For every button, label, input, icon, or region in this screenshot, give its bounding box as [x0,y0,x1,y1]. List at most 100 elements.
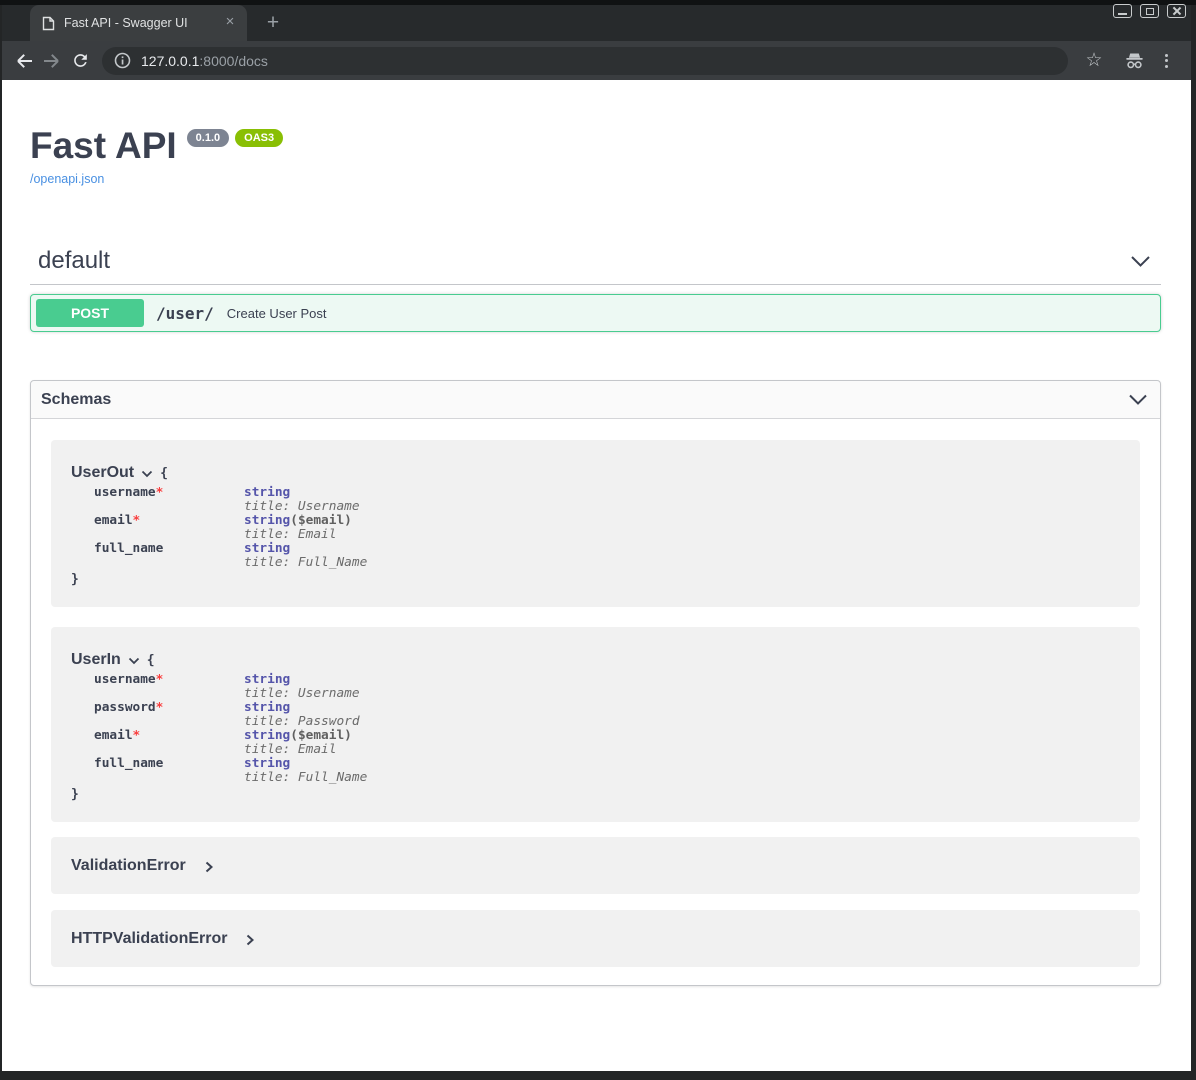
property-format: ($email) [290,513,352,528]
model-properties: username* string title: Username passwor… [94,673,1120,785]
minimize-button[interactable] [1113,4,1132,18]
model-name: HTTPValidationError [71,930,227,947]
property-type: string [244,513,290,528]
chevron-down-icon [141,470,153,478]
incognito-icon[interactable] [1124,52,1145,69]
minimize-icon [1118,13,1127,15]
model-validationerror[interactable]: ValidationError [51,837,1140,894]
tag-name: default [38,247,110,275]
window-controls [1113,4,1186,18]
chevron-down-icon [1128,394,1148,406]
url-host: 127.0.0.1 [141,53,199,69]
property-title: title: Full_Name [244,771,1120,785]
api-title: Fast API [30,126,177,166]
property-type: string [244,485,290,500]
url-text: 127.0.0.1:8000/docs [141,53,268,69]
chevron-down-icon [128,657,140,665]
property-type: string [244,700,290,715]
property-format: ($email) [290,728,352,743]
new-tab-button[interactable]: + [260,11,286,37]
page-file-icon [42,16,55,31]
open-brace: { [147,653,155,668]
address-bar[interactable]: 127.0.0.1:8000/docs [102,47,1068,75]
required-star: * [133,513,141,528]
api-info-section: Fast API 0.1.0 OAS3 /openapi.json [30,126,1161,188]
property-name: username [94,672,156,687]
property-type: string [244,728,290,743]
model-httpvalidationerror[interactable]: HTTPValidationError [51,910,1140,967]
oas3-badge: OAS3 [235,129,283,147]
property-row: password* string title: Password [94,701,1120,729]
property-type: string [244,672,290,687]
version-badge: 0.1.0 [187,129,229,147]
back-arrow-icon [14,51,34,71]
required-star: * [133,728,141,743]
method-badge: POST [36,299,144,327]
chevron-right-icon [205,861,213,873]
required-star: * [156,672,164,687]
reload-button[interactable] [66,47,94,75]
bookmark-star-icon: ☆ [1085,51,1102,70]
tab-title: Fast API - Swagger UI [64,16,221,30]
chevron-down-icon [1130,255,1151,268]
openapi-spec-link[interactable]: /openapi.json [30,172,104,186]
url-path: :8000/docs [199,53,268,69]
property-row: email* string($email) title: Email [94,729,1120,757]
back-button[interactable] [10,47,38,75]
schemas-section: Schemas UserOut { username* [30,380,1161,986]
close-brace: } [71,572,1120,587]
tab-close-icon[interactable]: × [221,14,239,32]
property-title: title: Username [244,500,1120,514]
browser-tab[interactable]: Fast API - Swagger UI × [30,5,247,41]
browser-window: Fast API - Swagger UI × + 127.0.0.1:8000… [0,0,1196,1080]
property-row: full_name string title: Full_Name [94,542,1120,570]
property-name: username [94,485,156,500]
operation-summary: Create User Post [227,306,327,321]
property-row: email* string($email) title: Email [94,514,1120,542]
model-userout-toggle[interactable]: UserOut { [71,464,1120,482]
tag-section-default[interactable]: default [30,247,1161,285]
schemas-header[interactable]: Schemas [31,381,1160,419]
property-name: full_name [94,756,163,771]
property-title: title: Email [244,528,1120,542]
model-userin: UserIn { username* string title: Usernam… [51,627,1140,822]
maximize-icon [1146,8,1154,15]
schemas-body: UserOut { username* string title: Userna… [31,419,1160,985]
close-brace: } [71,787,1120,802]
menu-kebab-icon[interactable] [1161,50,1172,72]
forward-button[interactable] [38,47,66,75]
property-name: full_name [94,541,163,556]
model-name: ValidationError [71,857,186,874]
property-row: username* string title: Username [94,673,1120,701]
property-name: email [94,513,133,528]
model-userout: UserOut { username* string title: Userna… [51,440,1140,607]
tab-strip: Fast API - Swagger UI × + [2,5,1191,41]
required-star: * [156,700,164,715]
model-name: UserIn [71,651,121,669]
property-type: string [244,541,290,556]
property-name: password [94,700,156,715]
property-type: string [244,756,290,771]
property-title: title: Password [244,715,1120,729]
site-info-icon[interactable] [114,52,131,69]
operation-path: /user/ [156,304,214,323]
open-brace: { [160,466,168,481]
property-row: full_name string title: Full_Name [94,757,1120,785]
browser-toolbar: 127.0.0.1:8000/docs ☆ [2,41,1191,80]
page-content: Fast API 0.1.0 OAS3 /openapi.json defaul… [2,80,1191,1071]
chevron-right-icon [246,934,254,946]
bookmark-button[interactable]: ☆ [1080,47,1108,75]
required-star: * [156,485,164,500]
model-properties: username* string title: Username email* … [94,486,1120,570]
operation-post-user[interactable]: POST /user/ Create User Post [30,294,1161,332]
forward-arrow-icon [42,51,62,71]
property-title: title: Email [244,743,1120,757]
property-name: email [94,728,133,743]
schemas-title: Schemas [41,391,111,409]
close-button[interactable] [1167,4,1186,18]
maximize-button[interactable] [1140,4,1159,18]
toolbar-right-icons: ☆ [1080,47,1172,75]
model-name: UserOut [71,464,134,482]
property-title: title: Username [244,687,1120,701]
model-userin-toggle[interactable]: UserIn { [71,651,1120,669]
